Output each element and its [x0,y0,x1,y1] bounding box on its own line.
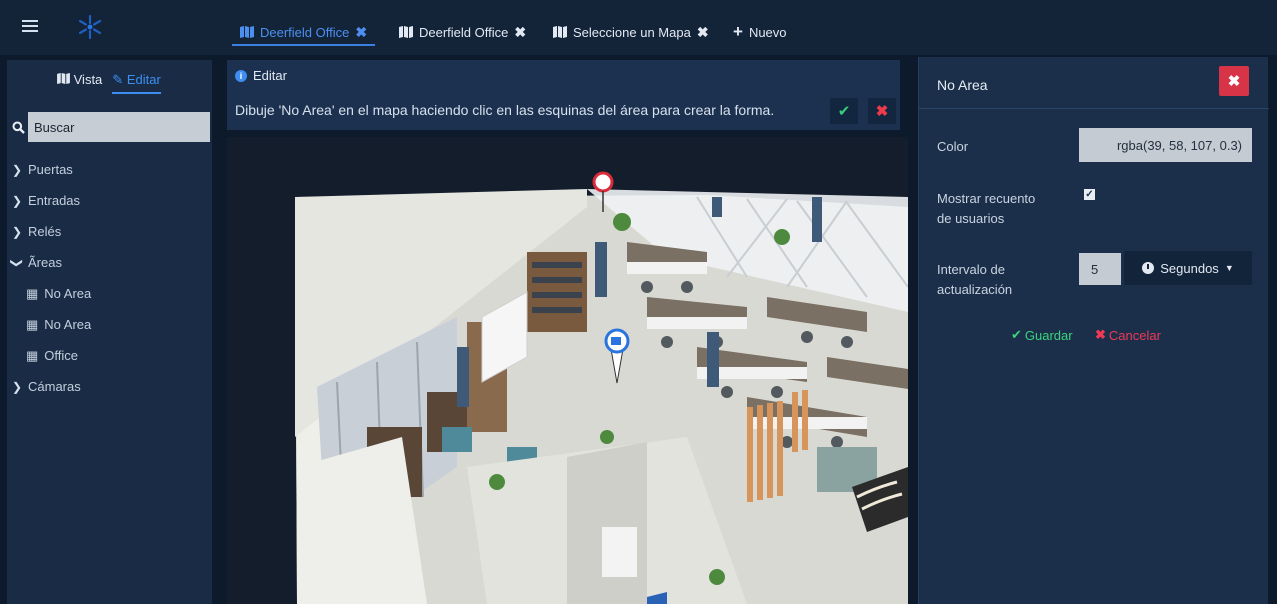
save-label: Guardar [1024,327,1073,343]
tree-item-office[interactable]: ▦ Office [12,340,91,371]
check-icon: ✔ [837,103,851,120]
properties-panel: No Area ✖ Color rgba(39, 58, 107, 0.3) M… [918,57,1269,604]
confirm-shape-button[interactable]: ✔ [830,98,858,124]
edit-mode-label: Editar [126,72,161,87]
menu-icon[interactable] [22,20,38,32]
show-count-label-line2: de usuarios [937,211,1005,226]
color-field[interactable]: rgba(39, 58, 107, 0.3) [1079,128,1252,162]
tab-label: Deerfield Office [419,24,509,40]
tree-item-label: No Area [44,286,92,301]
close-icon: ✖ [875,103,889,120]
tab-select-map[interactable]: Seleccione un Mapa ✖ [553,22,709,42]
map-icon [240,26,254,38]
interval-unit-label: Segundos [1160,260,1219,276]
app-root: Deerfield Office ✖ Deerfield Office ✖ Se… [0,0,1277,604]
tab-label: Seleccione un Mapa [573,24,691,40]
map-icon [399,26,413,38]
cancel-label: Cancelar [1108,327,1161,343]
tree-item-label: Relés [28,224,62,239]
new-tab-label: Nuevo [748,24,787,40]
interval-label-line1: Intervalo de [937,262,1005,277]
map-icon [57,73,70,84]
chevron-right-icon: ❯ [12,224,23,239]
close-tab-icon[interactable]: ✖ [514,24,526,41]
interval-label-line2: actualización [937,282,1013,297]
save-button[interactable]: ✔ Guardar [1011,323,1073,347]
edit-icon: ✎ [112,72,124,87]
tree-item-label: Cámaras [28,379,81,394]
view-mode-toggle: Vista ✎ Editar [57,72,161,94]
edit-instruction: Dibuje 'No Area' en el mapa haciendo cli… [235,102,775,118]
search-box [9,112,210,142]
tree-item-label: Entradas [28,193,81,208]
device-tree: ❯ Puertas ❯ Entradas ❯ Relés ❯ Ãreas ▦ No Are… [10,154,91,402]
tree-item-label: Puertas [28,162,73,177]
cancel-button[interactable]: ✖ Cancelar [1095,323,1161,347]
search-icon [9,112,28,142]
interval-unit-select[interactable]: Segundos ▼ [1124,251,1252,285]
edit-mode-button[interactable]: ✎ Editar [112,72,161,94]
tab-label: Deerfield Office [260,24,350,40]
close-tab-icon[interactable]: ✖ [355,24,367,41]
top-bar: Deerfield Office ✖ Deerfield Office ✖ Se… [0,0,1277,55]
search-input[interactable] [28,112,210,142]
close-tab-icon[interactable]: ✖ [697,24,709,41]
edit-title-label: Editar [253,68,287,83]
tree-item-reles[interactable]: ❯ Relés [12,216,91,247]
properties-title: No Area [937,77,988,93]
tree-item-no-area-2[interactable]: ▦ No Area [12,309,91,340]
show-count-label: Mostrar recuento de usuarios [937,189,1035,229]
building-icon: ▦ [26,347,39,363]
interval-input[interactable]: 5 [1079,253,1121,285]
building-icon: ▦ [26,316,39,332]
show-count-checkbox[interactable]: ✓ [1084,189,1095,200]
tree-item-label: Ãreas [28,255,62,270]
edit-toolbar: i Editar Dibuje 'No Area' en el mapa hac… [227,60,900,130]
color-label: Color [937,139,969,154]
caret-down-icon: ▼ [1224,263,1234,273]
map-icon [553,26,567,38]
active-tab-indicator [232,44,375,46]
view-mode-label: Vista [73,72,103,87]
plus-icon: + [733,22,743,41]
tree-item-camaras[interactable]: ❯ Cámaras [12,371,91,402]
tree-item-no-area-1[interactable]: ▦ No Area [12,278,91,309]
tree-item-areas[interactable]: ❯ Ãreas [10,247,91,278]
view-mode-button[interactable]: Vista [57,72,102,94]
chevron-right-icon: ❯ [12,162,23,177]
chevron-down-icon: ❯ [10,257,24,268]
app-logo-icon [78,14,102,40]
tree-item-puertas[interactable]: ❯ Puertas [12,154,91,185]
sidebar: Vista ✎ Editar ❯ Puertas ❯ Entradas ❯ Relés… [7,60,212,604]
clock-icon [1142,262,1155,274]
info-icon: i [235,69,247,82]
tab-deerfield-office-1[interactable]: Deerfield Office ✖ [240,22,367,42]
properties-header: No Area ✖ [919,57,1269,109]
check-icon: ✔ [1011,327,1022,342]
tree-item-entradas[interactable]: ❯ Entradas [12,185,91,216]
chevron-right-icon: ❯ [12,193,23,208]
tree-item-label: No Area [44,317,92,332]
cancel-shape-button[interactable]: ✖ [868,98,896,124]
office-floorplan-image [295,171,908,604]
close-panel-button[interactable]: ✖ [1219,66,1249,96]
tree-item-label: Office [44,348,79,363]
edit-title: i Editar [235,68,287,83]
tab-deerfield-office-2[interactable]: Deerfield Office ✖ [399,22,526,42]
chevron-right-icon: ❯ [12,379,23,394]
close-icon: ✖ [1227,73,1241,90]
building-icon: ▦ [26,285,39,301]
show-count-label-line1: Mostrar recuento [937,191,1036,206]
map-canvas[interactable] [227,137,908,604]
interval-label: Intervalo de actualización [937,260,1012,300]
new-tab-button[interactable]: + Nuevo [733,22,787,42]
close-icon: ✖ [1095,327,1106,342]
